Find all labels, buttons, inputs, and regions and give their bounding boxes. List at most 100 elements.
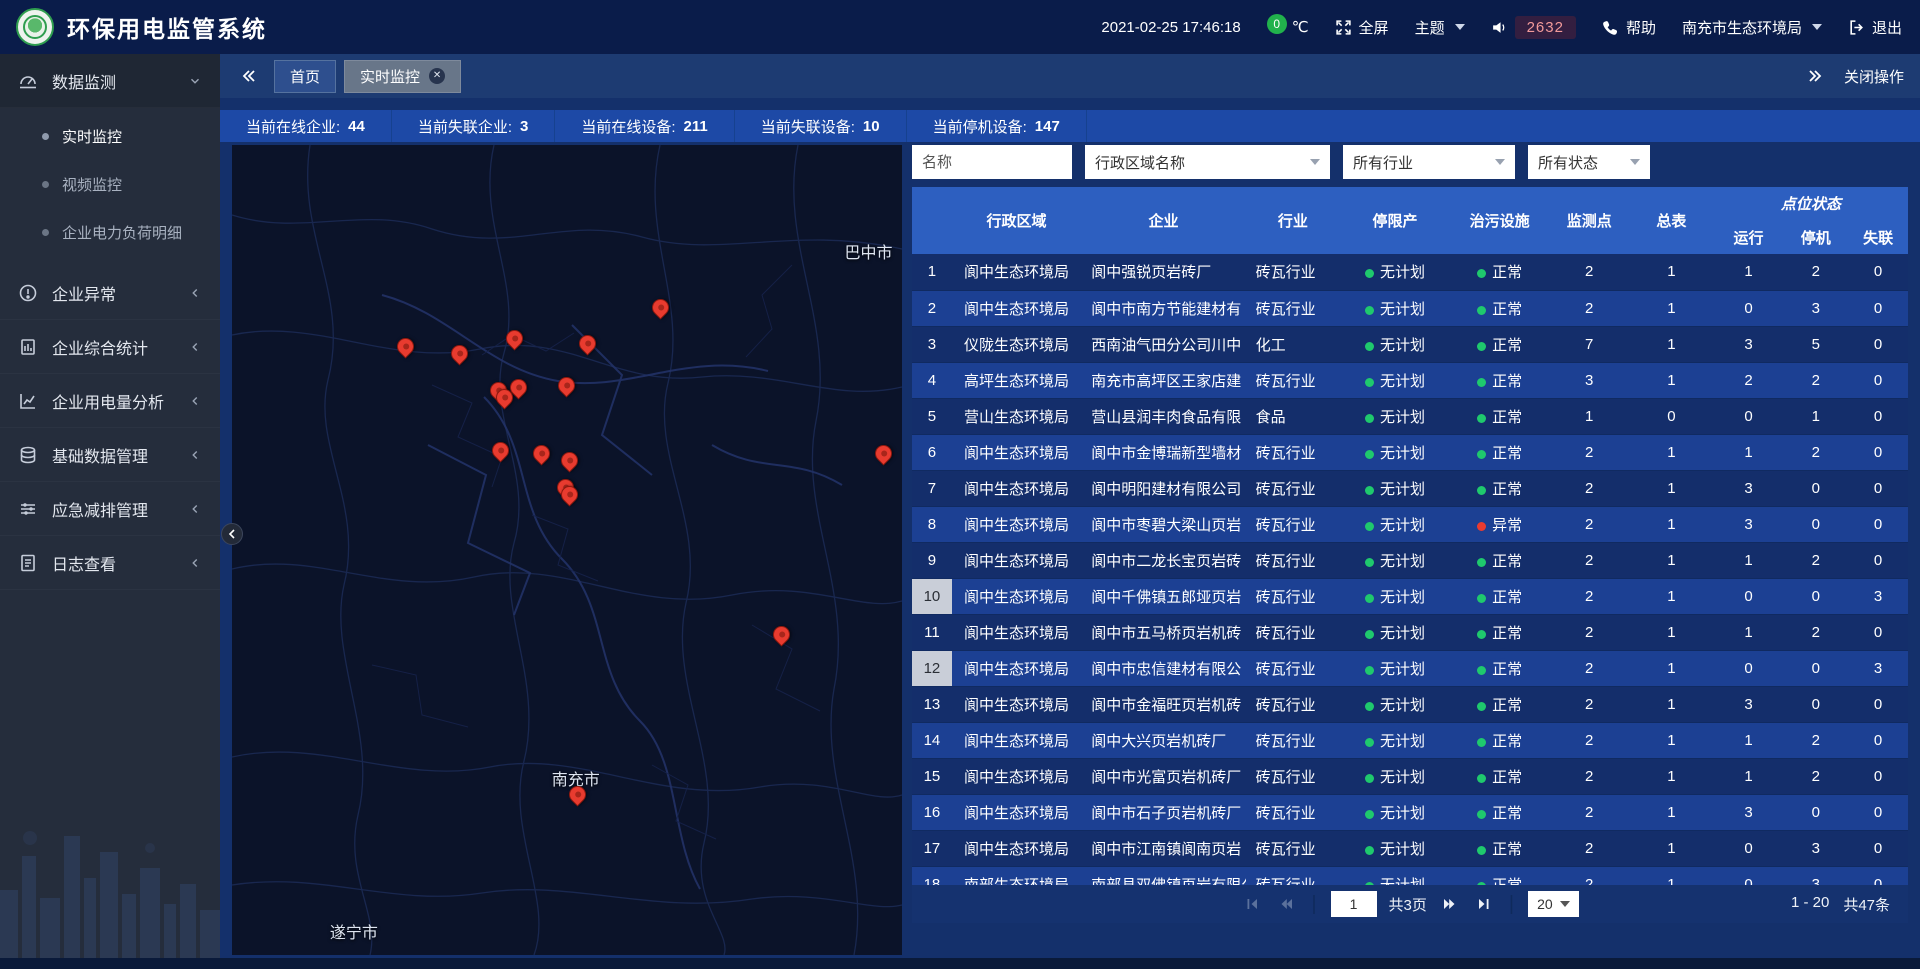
cell-meters: 1 [1629,506,1714,542]
page-number-input[interactable] [1331,891,1377,917]
cell-region: 仪陇生态环境局 [952,326,1081,362]
cell-production-status: 无计划 [1340,470,1450,506]
cell-offline: 0 [1848,722,1908,758]
last-page-button[interactable] [1473,893,1495,915]
table-row[interactable]: 7阆中生态环境局阆中明阳建材有限公司砖瓦行业无计划正常21300 [912,470,1908,506]
table-row[interactable]: 16阆中生态环境局阆中市石子页岩机砖厂砖瓦行业无计划正常21300 [912,794,1908,830]
alerts-widget[interactable]: 2632 [1491,16,1576,39]
stat-item: 当前在线企业:44 [220,110,392,142]
cell-points: 2 [1549,722,1629,758]
tabs-scroll-left-button[interactable] [236,63,262,89]
tabs-scroll-right-button[interactable] [1802,63,1828,89]
first-page-button[interactable] [1241,893,1263,915]
alert-count-badge: 2632 [1515,16,1576,39]
cell-row-number: 6 [912,434,952,470]
cell-offline: 3 [1848,578,1908,614]
cell-industry: 化工 [1246,326,1341,362]
cell-enterprise: 南部县双佛镇页岩有限公 [1081,866,1245,885]
cell-enterprise: 阆中市枣碧大梁山页岩 [1081,506,1245,542]
sidebar-item-head-log-view[interactable]: 日志查看 [0,536,220,590]
map-roads [232,145,902,955]
cell-enterprise: 阆中市金福旺页岩机砖 [1081,686,1245,722]
tab-realtime-monitor[interactable]: 实时监控✕ [344,60,461,93]
cell-enterprise: 阆中市江南镇阆南页岩 [1081,830,1245,866]
page-size-select[interactable]: 20 [1528,891,1579,917]
sidebar-item-head-data-monitoring[interactable]: 数据监测 [0,54,220,108]
sidebar-item-head-base-data[interactable]: 基础数据管理 [0,428,220,482]
table-row[interactable]: 13阆中生态环境局阆中市金福旺页岩机砖砖瓦行业无计划正常21300 [912,686,1908,722]
table-row[interactable]: 2阆中生态环境局阆中市南方节能建材有砖瓦行业无计划正常21030 [912,290,1908,326]
cell-running: 0 [1714,578,1784,614]
page-first-icon [1244,896,1260,912]
cell-production-status: 无计划 [1340,758,1450,794]
sidebar-submenu: 实时监控视频监控企业电力负荷明细 [0,108,220,266]
close-icon[interactable]: ✕ [429,68,445,84]
cell-production-status: 无计划 [1340,506,1450,542]
sidebar-item-head-emergency-reduction[interactable]: 应急减排管理 [0,482,220,536]
status-dot-icon [1365,594,1374,603]
table-row[interactable]: 1阆中生态环境局阆中强锐页岩砖厂砖瓦行业无计划正常21120 [912,254,1908,290]
table-row[interactable]: 3仪陇生态环境局西南油气田分公司川中化工无计划正常71350 [912,326,1908,362]
chevron-left-icon [188,448,202,462]
map-panel[interactable]: 巴中市南充市遂宁市 [232,145,902,955]
tab-bar: 首页实时监控✕ 关闭操作 [220,54,1920,98]
table-row[interactable]: 4高坪生态环境局南充市高坪区王家店建砖瓦行业无计划正常31220 [912,362,1908,398]
cell-region: 阆中生态环境局 [952,254,1081,290]
table-row[interactable]: 5营山生态环境局营山县润丰肉食品有限食品无计划正常10010 [912,398,1908,434]
cell-points: 2 [1549,542,1629,578]
cell-running: 1 [1714,542,1784,578]
sidebar-item-head-enterprise-statistics[interactable]: 企业综合统计 [0,320,220,374]
fullscreen-button[interactable]: 全屏 [1335,17,1389,38]
table-row[interactable]: 15阆中生态环境局阆中市光富页岩机砖厂砖瓦行业无计划正常21120 [912,758,1908,794]
sidebar-subitem-realtime-monitor[interactable]: 实时监控 [0,112,220,160]
table-row[interactable]: 18南部生态环境局南部县双佛镇页岩有限公砖瓦行业无计划正常21030 [912,866,1908,885]
table-row[interactable]: 11阆中生态环境局阆中市五马桥页岩机砖砖瓦行业无计划正常21120 [912,614,1908,650]
chevron-left-icon [188,340,202,354]
cell-enterprise: 阆中千佛镇五郎垭页岩 [1081,578,1245,614]
cell-industry: 砖瓦行业 [1246,506,1341,542]
cell-facility-status: 正常 [1450,578,1550,614]
cell-facility-status: 正常 [1450,686,1550,722]
chevron-down-icon [1455,24,1465,30]
org-menu-button[interactable]: 南充市生态环境局 [1682,17,1822,38]
cell-industry: 砖瓦行业 [1246,290,1341,326]
prev-page-button[interactable] [1275,893,1297,915]
table-row[interactable]: 9阆中生态环境局阆中市二龙长宝页岩砖砖瓦行业无计划正常21120 [912,542,1908,578]
status-dot-icon [1477,450,1486,459]
sidebar-subitem-power-load-detail[interactable]: 企业电力负荷明细 [0,208,220,256]
cell-facility-status: 正常 [1450,650,1550,686]
table-row[interactable]: 6阆中生态环境局阆中市金博瑞新型墙材砖瓦行业无计划正常21120 [912,434,1908,470]
status-filter-select[interactable]: 所有状态 [1528,145,1650,179]
name-filter-input[interactable] [912,145,1072,179]
cell-region: 高坪生态环境局 [952,362,1081,398]
industry-filter-select[interactable]: 所有行业 [1343,145,1515,179]
status-dot-icon [1365,269,1374,278]
next-page-button[interactable] [1439,893,1461,915]
cell-stopped: 2 [1783,254,1848,290]
cell-production-status: 无计划 [1340,794,1450,830]
table-row[interactable]: 17阆中生态环境局阆中市江南镇阆南页岩砖瓦行业无计划正常21030 [912,830,1908,866]
range-label: 1 - 20 [1791,894,1829,915]
sidebar-subitem-video-monitor[interactable]: 视频监控 [0,160,220,208]
app-root: 环保用电监管系统 2021-02-25 17:46:18 0 ℃ 全屏 主题 2… [0,0,1920,969]
table-row[interactable]: 14阆中生态环境局阆中大兴页岩机砖厂砖瓦行业无计划正常21120 [912,722,1908,758]
table-row[interactable]: 12阆中生态环境局阆中市忠信建材有限公砖瓦行业无计划正常21003 [912,650,1908,686]
cell-facility-status: 正常 [1450,794,1550,830]
cell-points: 2 [1549,578,1629,614]
cell-production-status: 无计划 [1340,866,1450,885]
map-collapse-button[interactable] [221,523,243,545]
close-actions-button[interactable]: 关闭操作 [1844,66,1904,87]
region-filter-select[interactable]: 行政区域名称 [1085,145,1330,179]
sidebar-item-enterprise-statistics: 企业综合统计 [0,320,220,374]
table-row[interactable]: 8阆中生态环境局阆中市枣碧大梁山页岩砖瓦行业无计划异常21300 [912,506,1908,542]
logout-button[interactable]: 退出 [1848,17,1902,38]
theme-menu-button[interactable]: 主题 [1415,17,1465,38]
tab-home[interactable]: 首页 [274,60,336,93]
cell-points: 1 [1549,398,1629,434]
cell-industry: 砖瓦行业 [1246,650,1341,686]
table-row[interactable]: 10阆中生态环境局阆中千佛镇五郎垭页岩砖瓦行业无计划正常21003 [912,578,1908,614]
help-button[interactable]: 帮助 [1602,17,1656,38]
sidebar-item-head-enterprise-abnormal[interactable]: 企业异常 [0,266,220,320]
phone-icon [1602,19,1619,36]
sidebar-item-head-power-analysis[interactable]: 企业用电量分析 [0,374,220,428]
